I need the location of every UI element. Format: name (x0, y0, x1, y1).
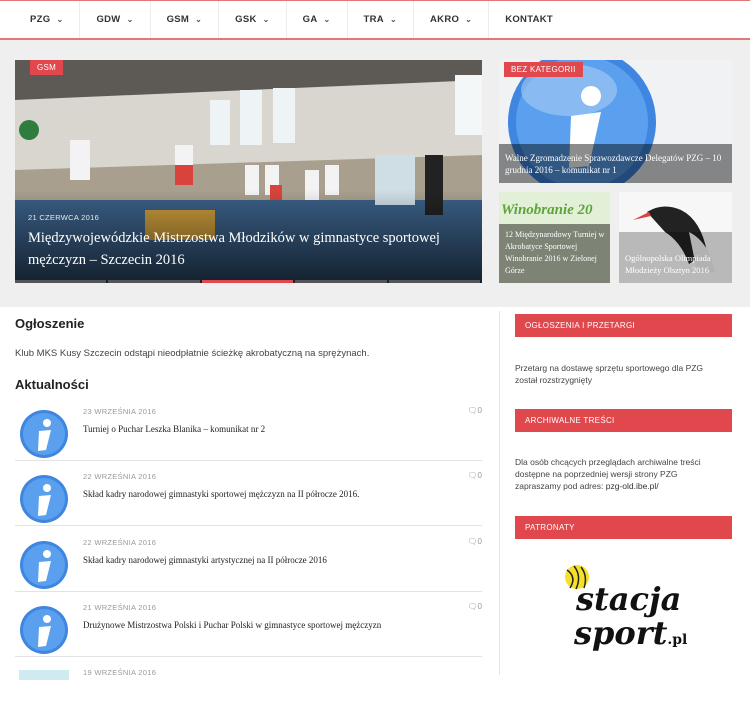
info-icon (20, 606, 68, 654)
slide-title[interactable]: Ogólnopolska Olimpiada Młodzieży Olsztyn… (625, 252, 725, 276)
news-date: 19 WRZEŚNIA 2016 (83, 668, 157, 677)
announcement-heading: Ogłoszenie (15, 316, 85, 331)
slide-date: 21 CZERWCA 2016 (28, 213, 100, 222)
chevron-down-icon: ⌄ (195, 15, 203, 24)
nav-item-ga[interactable]: GA ⌄ (287, 1, 348, 38)
nav-item-tra[interactable]: TRA ⌄ (348, 1, 414, 38)
comment-count[interactable]: 🗨0 (467, 471, 482, 480)
nav-label: AKRO (430, 14, 460, 25)
column-divider (499, 311, 500, 675)
chevron-down-icon: ⌄ (465, 15, 473, 24)
comment-icon: 🗨 (467, 406, 478, 415)
info-icon (20, 410, 68, 458)
featured-side-slide-2[interactable]: Winobranie 20 12 Międzynarodowy Turniej … (499, 192, 610, 283)
nav-item-gsk[interactable]: GSK ⌄ (219, 1, 287, 38)
nav-label: KONTAKT (505, 14, 554, 25)
archive-link[interactable]: pzg-old.ibe.pl/ (606, 481, 659, 491)
slide-title[interactable]: Walne Zgromadzenie Sprawozdawcze Delegat… (505, 152, 727, 176)
logo-word-2-text: sport (574, 614, 668, 652)
slide-title[interactable]: Międzywojewódzkie Mistrzostwa Młodzików … (28, 227, 468, 271)
comment-icon: 🗨 (467, 537, 478, 546)
announcement-text: Klub MKS Kusy Szczecin odstąpi nieodpłat… (15, 348, 370, 359)
news-date: 22 WRZEŚNIA 2016 (83, 472, 157, 481)
widget-text-archive: Dla osób chcących przeglądach archiwalne… (515, 456, 725, 492)
slide-title[interactable]: 12 Międzynarodowy Turniej w Akrobatyce S… (505, 229, 605, 277)
chevron-down-icon: ⌄ (262, 15, 270, 24)
featured-side-slide-3[interactable]: Ogólnopolska Olimpiada Młodzieży Olsztyn… (619, 192, 732, 283)
news-title[interactable]: Turniej o Puchar Leszka Blanika – komuni… (83, 424, 265, 434)
info-icon (20, 475, 68, 523)
nav-label: GSK (235, 14, 257, 25)
widget-title-archive: ARCHIWALNE TREŚCI (515, 409, 732, 432)
news-title[interactable]: Skład kadry narodowej gimnastyki artysty… (83, 555, 327, 565)
chevron-down-icon: ⌄ (389, 15, 397, 24)
featured-main-slide[interactable]: GSM 21 CZERWCA 2016 Międzywojewódzkie Mi… (15, 60, 482, 283)
featured-side-slide-1[interactable]: BEZ KATEGORII Walne Zgromadzenie Sprawoz… (499, 60, 732, 183)
nav-label: TRA (363, 14, 384, 25)
info-icon (20, 541, 68, 589)
main-nav: PZG ⌄ GDW ⌄ GSM ⌄ GSK ⌄ GA ⌄ TRA ⌄ AKRO ⌄ KONTA… (0, 0, 750, 40)
widget-title-patronage: PATRONATY (515, 516, 732, 539)
nav-item-akro[interactable]: AKRO ⌄ (414, 1, 490, 38)
news-item[interactable]: 22 WRZEŚNIA 2016 Skład kadry narodowej g… (15, 462, 482, 526)
comment-number: 0 (477, 406, 482, 415)
news-date: 21 WRZEŚNIA 2016 (83, 603, 157, 612)
nav-label: GDW (96, 14, 121, 25)
comment-icon: 🗨 (467, 471, 478, 480)
news-heading: Aktualności (15, 377, 89, 392)
chevron-down-icon: ⌄ (126, 15, 134, 24)
nav-item-pzg[interactable]: PZG ⌄ (14, 1, 81, 38)
chevron-down-icon: ⌄ (323, 15, 331, 24)
comment-count[interactable]: 🗨0 (467, 602, 482, 611)
news-date: 23 WRZEŚNIA 2016 (83, 407, 157, 416)
news-thumb (19, 670, 69, 680)
news-item[interactable]: 22 WRZEŚNIA 2016 Skład kadry narodowej g… (15, 528, 482, 592)
comment-count[interactable]: 🗨0 (467, 537, 482, 546)
category-tag[interactable]: BEZ KATEGORII (504, 62, 583, 77)
news-item[interactable]: 21 WRZEŚNIA 2016 Drużynowe Mistrzostwa P… (15, 593, 482, 657)
stacja-sport-logo[interactable]: stacja sport.pl (560, 560, 690, 670)
comment-count[interactable]: 🗨0 (467, 406, 482, 415)
nav-item-gdw[interactable]: GDW ⌄ (80, 1, 151, 38)
news-title[interactable]: Skład kadry narodowej gimnastyki sportow… (83, 489, 359, 499)
logo-suffix: .pl (667, 632, 688, 648)
nav-label: PZG (30, 14, 51, 25)
comment-icon: 🗨 (467, 602, 478, 611)
slider-progress (15, 280, 482, 283)
nav-label: GSM (166, 14, 190, 25)
winobranie-logo: Winobranie 20 (501, 202, 593, 218)
news-item[interactable]: 23 WRZEŚNIA 2016 Turniej o Puchar Leszka… (15, 397, 482, 461)
nav-item-gsm[interactable]: GSM ⌄ (151, 1, 220, 38)
nav-label: GA (302, 14, 318, 25)
news-item[interactable]: 19 WRZEŚNIA 2016 (15, 658, 482, 722)
logo-word-1: stacja (576, 580, 682, 618)
news-title[interactable]: Drużynowe Mistrzostwa Polski i Puchar Po… (83, 620, 381, 630)
category-tag[interactable]: GSM (30, 60, 64, 75)
widget-text-tender[interactable]: Przetarg na dostawę sprzętu sportowego d… (515, 362, 725, 386)
news-date: 22 WRZEŚNIA 2016 (83, 538, 157, 547)
comment-number: 0 (477, 471, 482, 480)
comment-number: 0 (477, 537, 482, 546)
comment-number: 0 (477, 602, 482, 611)
logo-word-2: sport.pl (574, 616, 687, 657)
chevron-down-icon: ⌄ (56, 15, 64, 24)
widget-title-announcements: OGŁOSZENIA I PRZETARGI (515, 314, 732, 337)
nav-item-kontakt[interactable]: KONTAKT (489, 1, 569, 38)
